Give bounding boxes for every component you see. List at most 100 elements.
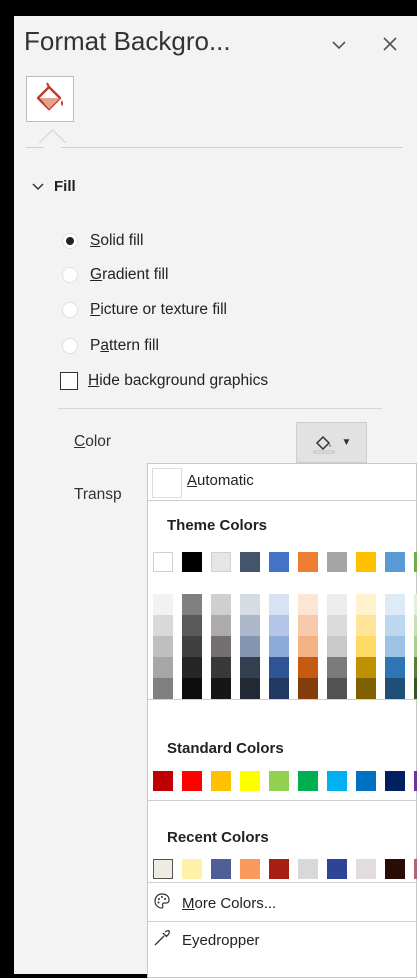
gradient-fill-radio[interactable] bbox=[62, 267, 78, 283]
theme-shade-swatch[interactable] bbox=[327, 615, 347, 636]
theme-color-swatch[interactable] bbox=[327, 552, 347, 572]
theme-shade-swatch[interactable] bbox=[298, 594, 318, 615]
theme-color-swatch[interactable] bbox=[153, 552, 173, 572]
theme-shade-swatch[interactable] bbox=[327, 594, 347, 615]
theme-color-swatch[interactable] bbox=[211, 552, 231, 572]
automatic-color-option[interactable]: Automatic bbox=[148, 464, 417, 500]
standard-color-swatch[interactable] bbox=[356, 771, 376, 791]
theme-shade-swatch[interactable] bbox=[211, 678, 231, 699]
eyedropper-option[interactable]: Eyedropper bbox=[148, 926, 417, 954]
fill-color-button[interactable]: ▼ bbox=[296, 422, 367, 463]
theme-shade-swatch[interactable] bbox=[269, 636, 289, 657]
theme-shade-swatch[interactable] bbox=[211, 594, 231, 615]
paint-bucket-icon bbox=[36, 82, 63, 111]
fill-section-header[interactable]: Fill bbox=[32, 178, 76, 195]
theme-shade-swatch[interactable] bbox=[356, 594, 376, 615]
theme-shade-swatch[interactable] bbox=[182, 657, 202, 678]
popup-separator bbox=[148, 921, 417, 922]
recent-color-swatch[interactable] bbox=[385, 859, 405, 879]
solid-fill-option[interactable]: Solid fill bbox=[62, 232, 143, 250]
theme-shade-swatch[interactable] bbox=[298, 678, 318, 699]
theme-shade-swatch[interactable] bbox=[385, 594, 405, 615]
popup-separator bbox=[148, 699, 417, 700]
eyedropper-label: Eyedropper bbox=[182, 931, 260, 949]
hide-background-graphics-checkbox[interactable] bbox=[60, 372, 78, 390]
standard-color-swatch[interactable] bbox=[211, 771, 231, 791]
theme-shade-swatch[interactable] bbox=[153, 657, 173, 678]
more-colors-label: More Colors... bbox=[182, 894, 277, 912]
hide-background-graphics-option[interactable]: Hide background graphics bbox=[60, 372, 268, 390]
theme-shade-swatch[interactable] bbox=[269, 594, 289, 615]
theme-shade-swatch[interactable] bbox=[240, 594, 260, 615]
theme-shade-swatch[interactable] bbox=[385, 636, 405, 657]
theme-shade-swatch[interactable] bbox=[240, 678, 260, 699]
recent-color-swatch[interactable] bbox=[211, 859, 231, 879]
theme-shade-swatch[interactable] bbox=[182, 615, 202, 636]
theme-shade-swatch[interactable] bbox=[269, 615, 289, 636]
theme-shade-swatch[interactable] bbox=[153, 678, 173, 699]
pattern-fill-option[interactable]: Pattern fill bbox=[62, 337, 159, 355]
standard-color-swatch[interactable] bbox=[385, 771, 405, 791]
theme-shade-swatch[interactable] bbox=[327, 636, 347, 657]
close-icon[interactable] bbox=[383, 34, 397, 57]
theme-shade-swatch[interactable] bbox=[211, 657, 231, 678]
theme-shade-swatch[interactable] bbox=[356, 636, 376, 657]
recent-color-swatch[interactable] bbox=[182, 859, 202, 879]
recent-color-swatch[interactable] bbox=[298, 859, 318, 879]
eyedropper-icon bbox=[152, 929, 172, 952]
picture-fill-radio[interactable] bbox=[62, 302, 78, 318]
theme-shade-swatch[interactable] bbox=[356, 678, 376, 699]
theme-shade-swatch[interactable] bbox=[385, 615, 405, 636]
recent-color-swatch[interactable] bbox=[153, 859, 173, 879]
theme-shade-swatch[interactable] bbox=[385, 678, 405, 699]
theme-color-swatch[interactable] bbox=[269, 552, 289, 572]
theme-shade-swatch[interactable] bbox=[182, 678, 202, 699]
theme-shade-swatch[interactable] bbox=[182, 594, 202, 615]
theme-shade-swatch[interactable] bbox=[153, 636, 173, 657]
theme-shade-swatch[interactable] bbox=[269, 657, 289, 678]
theme-shade-swatch[interactable] bbox=[211, 615, 231, 636]
theme-color-swatch[interactable] bbox=[385, 552, 405, 572]
chevron-down-icon[interactable] bbox=[331, 34, 347, 57]
more-colors-option[interactable]: More Colors... bbox=[148, 889, 417, 917]
standard-color-swatch[interactable] bbox=[298, 771, 318, 791]
color-label: Color bbox=[74, 433, 112, 450]
theme-shade-swatch[interactable] bbox=[327, 657, 347, 678]
theme-shade-swatch[interactable] bbox=[356, 657, 376, 678]
fill-tab-button[interactable] bbox=[26, 76, 74, 122]
theme-color-swatch[interactable] bbox=[182, 552, 202, 572]
recent-color-swatch[interactable] bbox=[240, 859, 260, 879]
theme-shade-swatch[interactable] bbox=[356, 615, 376, 636]
recent-color-swatch[interactable] bbox=[356, 859, 376, 879]
theme-shade-swatch[interactable] bbox=[298, 615, 318, 636]
paint-bucket-icon bbox=[313, 435, 334, 453]
theme-shade-swatch[interactable] bbox=[327, 678, 347, 699]
theme-shade-swatch[interactable] bbox=[182, 636, 202, 657]
standard-color-swatch[interactable] bbox=[269, 771, 289, 791]
theme-color-swatch[interactable] bbox=[356, 552, 376, 572]
gradient-fill-option[interactable]: Gradient fill bbox=[62, 266, 168, 284]
picture-fill-option[interactable]: Picture or texture fill bbox=[62, 301, 227, 319]
theme-shade-swatch[interactable] bbox=[385, 657, 405, 678]
recent-color-swatch[interactable] bbox=[269, 859, 289, 879]
theme-shade-swatch[interactable] bbox=[298, 657, 318, 678]
theme-shade-swatch[interactable] bbox=[298, 636, 318, 657]
theme-shade-swatch[interactable] bbox=[240, 657, 260, 678]
popup-separator bbox=[148, 882, 417, 883]
standard-color-swatch[interactable] bbox=[327, 771, 347, 791]
theme-shade-swatch[interactable] bbox=[269, 678, 289, 699]
solid-fill-radio[interactable] bbox=[62, 233, 78, 249]
theme-shade-swatch[interactable] bbox=[153, 615, 173, 636]
theme-color-swatch[interactable] bbox=[240, 552, 260, 572]
standard-color-swatch[interactable] bbox=[240, 771, 260, 791]
theme-shade-swatch[interactable] bbox=[211, 636, 231, 657]
theme-shade-swatch[interactable] bbox=[153, 594, 173, 615]
theme-shade-swatch[interactable] bbox=[240, 615, 260, 636]
recent-color-swatch[interactable] bbox=[327, 859, 347, 879]
popup-separator bbox=[148, 500, 417, 501]
theme-color-swatch[interactable] bbox=[298, 552, 318, 572]
standard-color-swatch[interactable] bbox=[153, 771, 173, 791]
theme-shade-swatch[interactable] bbox=[240, 636, 260, 657]
pattern-fill-radio[interactable] bbox=[62, 338, 78, 354]
standard-color-swatch[interactable] bbox=[182, 771, 202, 791]
